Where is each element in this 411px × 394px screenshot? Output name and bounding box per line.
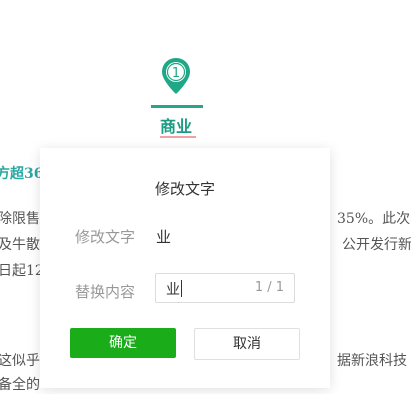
article-text-line: 日起12 [0, 263, 44, 279]
article-text-line: 据新浪科技 [337, 353, 407, 369]
article-text-line: 除限售 [0, 211, 40, 227]
tab-underline [151, 105, 203, 108]
replace-content-label: 替换内容 [75, 283, 136, 301]
article-text-line: 这似乎 [0, 353, 40, 369]
edit-text-dialog: 修改文字 修改文字 业 替换内容 业 1 / 1 确定 取消 [40, 148, 330, 388]
replace-content-input[interactable]: 业 1 / 1 [155, 273, 295, 303]
svg-text:1: 1 [172, 66, 180, 81]
edit-text-label: 修改文字 [75, 228, 136, 246]
article-text-line: 备全的 [0, 377, 40, 393]
original-text-value: 业 [156, 228, 172, 246]
article-text-line: 35%。此次获 [337, 211, 411, 227]
confirm-button[interactable]: 确定 [70, 328, 176, 358]
article-heading-fragment: 方超36 [0, 166, 44, 182]
tab-business[interactable]: 商业 [160, 118, 196, 138]
article-text-line: 公开发行新 [342, 237, 411, 253]
article-text-line: 及牛散 [0, 237, 40, 253]
dialog-title: 修改文字 [154, 180, 215, 198]
char-counter: 1 / 1 [254, 280, 284, 295]
input-value: 业 [166, 282, 180, 298]
text-caret [181, 280, 182, 297]
cancel-button[interactable]: 取消 [194, 328, 300, 360]
location-pin-icon: 1 [162, 58, 190, 94]
